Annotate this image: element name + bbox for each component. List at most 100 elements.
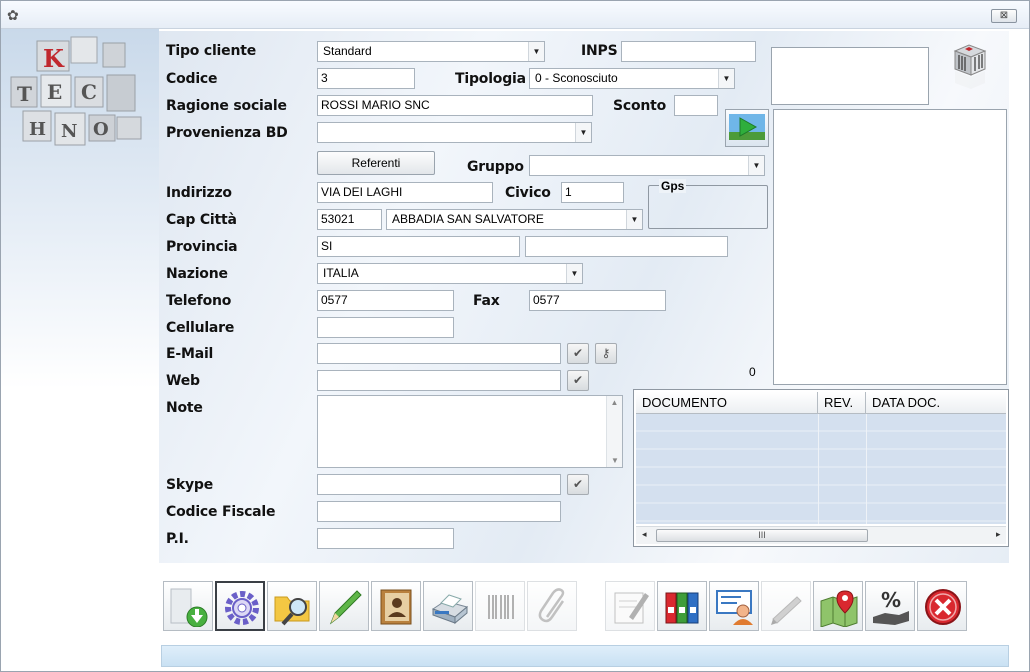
column-data-doc[interactable]: DATA DOC.	[866, 392, 1006, 414]
printer-icon	[431, 594, 469, 625]
sconto-input[interactable]	[674, 95, 718, 116]
logo-letter-o: O	[93, 119, 109, 140]
red-close-icon	[925, 589, 961, 625]
email-send-button[interactable]: ✔	[567, 343, 589, 364]
signature-button[interactable]	[605, 581, 655, 631]
indirizzo-input[interactable]: VIA DEI LAGHI	[317, 182, 493, 203]
user-card-icon	[716, 590, 753, 625]
photo-box	[773, 109, 1007, 385]
documents-grid: DOCUMENTO REV. DATA DOC. ◂ III ▸	[633, 389, 1009, 547]
civico-input[interactable]: 1	[561, 182, 624, 203]
inps-input[interactable]	[621, 41, 756, 62]
email-input[interactable]	[317, 343, 561, 364]
check-icon: ✔	[572, 477, 584, 491]
scroll-thumb[interactable]: III	[656, 529, 868, 542]
chevron-down-icon: ▼	[575, 123, 591, 142]
svg-text:%: %	[881, 588, 901, 612]
logo-letter-n: N	[61, 121, 77, 142]
email-label: E-Mail	[166, 346, 214, 362]
nazione-select[interactable]: ITALIA ▼	[317, 263, 583, 284]
skype-label: Skype	[166, 477, 214, 493]
pencil-icon	[329, 590, 362, 625]
edit-button[interactable]	[319, 581, 369, 631]
ragione-sociale-input[interactable]: ROSSI MARIO SNC	[317, 95, 593, 116]
folder-search-icon	[274, 596, 310, 626]
scroll-down-icon: ▼	[611, 456, 619, 465]
preview-box	[771, 47, 929, 105]
check-icon: ✔	[572, 346, 584, 360]
logo-letter-c: C	[81, 80, 97, 104]
cellulare-input[interactable]	[317, 317, 454, 338]
close-form-button[interactable]	[917, 581, 967, 631]
scroll-up-icon: ▲	[610, 398, 619, 407]
percent-hand-icon: %	[873, 588, 909, 625]
play-icon	[729, 114, 765, 140]
documents-hscroll[interactable]: ◂ III ▸	[636, 526, 1006, 544]
discount-button[interactable]: %	[865, 581, 915, 631]
attachment-button[interactable]	[527, 581, 577, 631]
settings-button[interactable]	[215, 581, 265, 631]
provincia-label: Provincia	[166, 239, 238, 255]
gruppo-select[interactable]: ▼	[529, 155, 765, 176]
fax-label: Fax	[473, 293, 500, 309]
scroll-right-icon: ▸	[996, 529, 1001, 539]
pen-document-icon	[614, 592, 649, 624]
web-open-button[interactable]: ✔	[567, 370, 589, 391]
chevron-down-icon: ▼	[626, 210, 642, 229]
barcode-icon	[488, 595, 514, 619]
provincia-input[interactable]: SI	[317, 236, 520, 257]
citta-select[interactable]: ABBADIA SAN SALVATORE ▼	[386, 209, 643, 230]
pen-button[interactable]	[761, 581, 811, 631]
ragione-sociale-label: Ragione sociale	[166, 98, 287, 114]
title-bar: ✿ ⊠	[1, 1, 1029, 29]
barcode-button[interactable]	[475, 581, 525, 631]
status-bar	[161, 645, 1009, 667]
indirizzo-label: Indirizzo	[166, 185, 232, 201]
print-button[interactable]	[423, 581, 473, 631]
column-rev[interactable]: REV.	[818, 392, 866, 414]
check-icon: ✔	[572, 373, 584, 387]
cap-citta-label: Cap Città	[166, 212, 237, 228]
fax-input[interactable]: 0577	[529, 290, 666, 311]
note-label: Note	[166, 400, 203, 416]
download-button[interactable]	[163, 581, 213, 631]
chevron-down-icon: ▼	[566, 264, 582, 283]
tipologia-label: Tipologia	[455, 71, 526, 87]
user-card-button[interactable]	[709, 581, 759, 631]
email-key-button[interactable]: ⚷	[595, 343, 617, 364]
skype-input[interactable]	[317, 474, 561, 495]
column-documento[interactable]: DOCUMENTO	[636, 392, 818, 414]
gear-icon	[225, 591, 259, 625]
tipologia-value: 0 - Sconosciuto	[535, 71, 618, 85]
binders-button[interactable]	[657, 581, 707, 631]
window-close-button[interactable]: ⊠	[991, 9, 1017, 23]
provenienza-bd-select[interactable]: ▼	[317, 122, 592, 143]
green-down-arrow-icon	[170, 588, 208, 627]
map-button[interactable]	[813, 581, 863, 631]
tipo-cliente-label: Tipo cliente	[166, 43, 257, 59]
referenti-button[interactable]: Referenti	[317, 151, 435, 175]
codice-fiscale-input[interactable]	[317, 501, 561, 522]
codice-input[interactable]: 3	[317, 68, 415, 89]
customer-window: ✿ ⊠ K T E C H N O Tipo cliente Standard …	[0, 0, 1030, 672]
logo-letter-e: E	[47, 80, 62, 104]
provenienza-bd-label: Provenienza BD	[166, 125, 288, 141]
cap-input[interactable]: 53021	[317, 209, 382, 230]
civico-label: Civico	[505, 185, 551, 201]
telefono-input[interactable]: 0577	[317, 290, 454, 311]
pi-input[interactable]	[317, 528, 454, 549]
documents-grid-body[interactable]	[636, 414, 1006, 524]
play-button[interactable]	[725, 109, 769, 147]
sconto-label: Sconto	[613, 98, 667, 114]
address-book-button[interactable]	[371, 581, 421, 631]
telefono-label: Telefono	[166, 293, 232, 309]
note-textarea[interactable]: ▲ ▼	[317, 395, 623, 468]
tipo-cliente-select[interactable]: Standard ▼	[317, 41, 545, 62]
nazione-value: ITALIA	[323, 266, 359, 280]
skype-call-button[interactable]: ✔	[567, 474, 589, 495]
provincia-extra-input[interactable]	[525, 236, 728, 257]
search-folder-button[interactable]	[267, 581, 317, 631]
tipologia-select[interactable]: 0 - Sconosciuto ▼	[529, 68, 735, 89]
note-scrollbar[interactable]: ▲ ▼	[606, 396, 622, 467]
web-input[interactable]	[317, 370, 561, 391]
